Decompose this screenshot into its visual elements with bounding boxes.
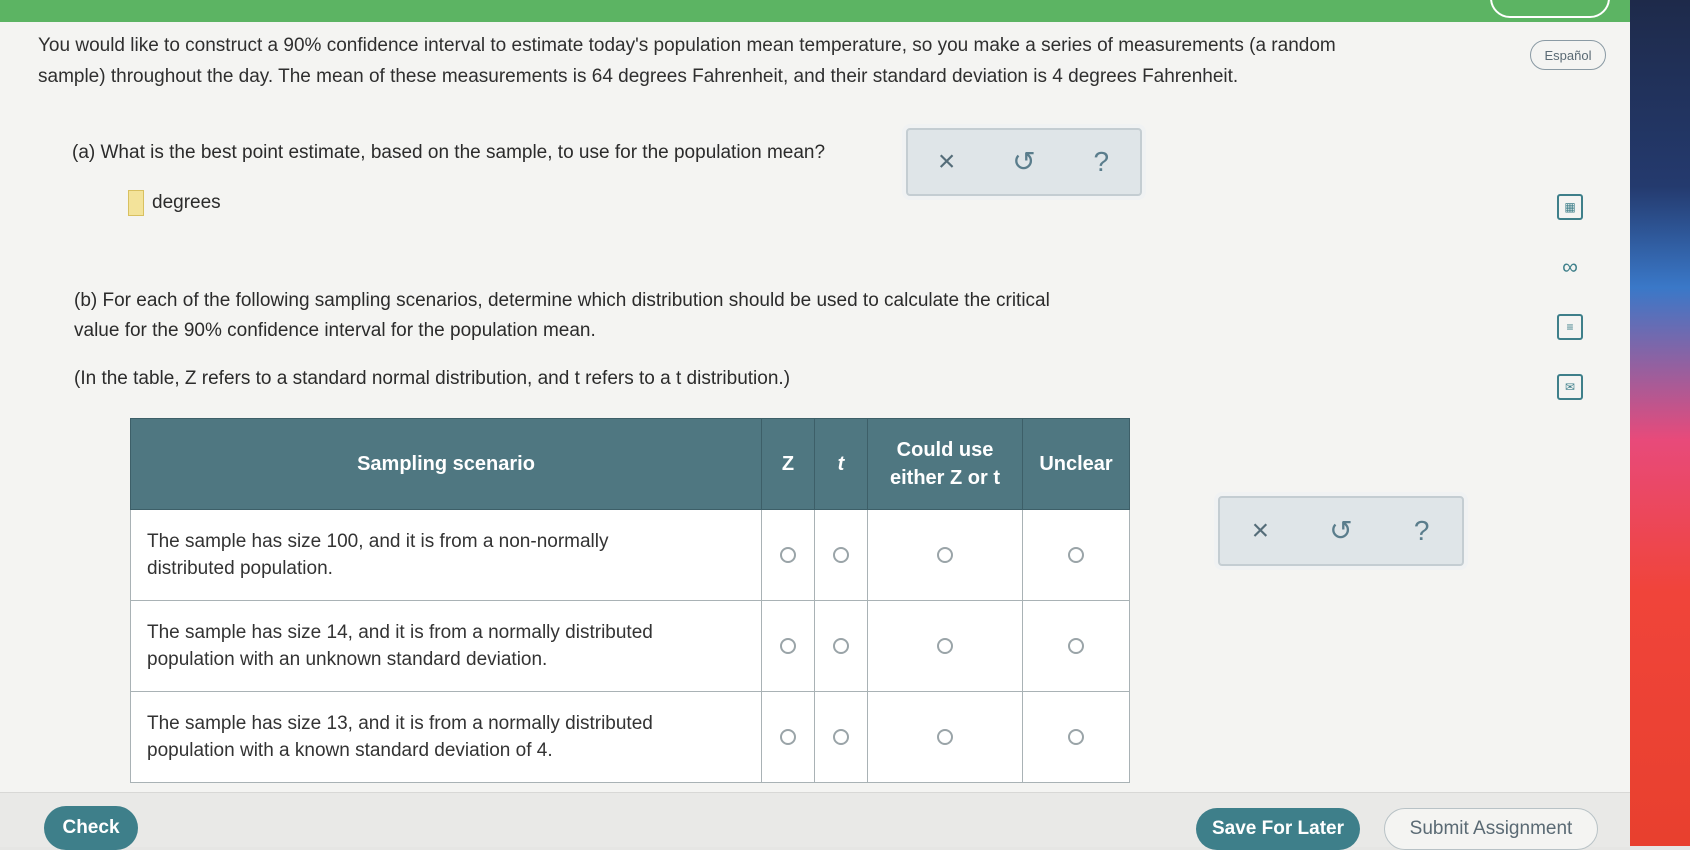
part-a-toolbar: × ↺ ? (906, 128, 1142, 196)
part-b-toolbar: × ↺ ? (1218, 496, 1464, 566)
scenario-cell: The sample has size 13, and it is from a… (130, 691, 762, 783)
clear-answer-icon[interactable]: × (1240, 516, 1280, 546)
table-header-row: Sampling scenario Z t Could use either Z… (130, 418, 1130, 510)
scenario-text-line-2: population with an unknown standard devi… (147, 649, 548, 670)
desktop-wallpaper (1630, 0, 1690, 846)
calculator-icon[interactable]: ▦ (1553, 190, 1587, 224)
scenario-text-line-1: The sample has size 100, and it is from … (147, 531, 609, 552)
header-sampling-scenario: Sampling scenario (130, 418, 762, 510)
mail-icon[interactable]: ✉ (1553, 370, 1587, 404)
point-estimate-input[interactable] (128, 190, 144, 216)
radio-unclear[interactable] (1068, 729, 1084, 746)
submit-assignment-button[interactable]: Submit Assignment (1384, 808, 1598, 850)
answer-unit-label: degrees (152, 192, 221, 213)
table-row: The sample has size 100, and it is from … (130, 509, 1130, 601)
header-either: Could use either Z or t (867, 418, 1023, 510)
clear-answer-icon[interactable]: × (927, 147, 967, 177)
table-row: The sample has size 13, and it is from a… (130, 691, 1130, 783)
problem-statement-line-2: sample) throughout the day. The mean of … (38, 66, 1239, 87)
part-b-note: (In the table, Z refers to a standard no… (74, 368, 791, 389)
scenario-table: Sampling scenario Z t Could use either Z… (130, 418, 1130, 783)
scenario-text-line-1: The sample has size 13, and it is from a… (147, 713, 653, 734)
scenario-cell: The sample has size 100, and it is from … (130, 509, 762, 601)
help-icon[interactable]: ? (1081, 148, 1121, 176)
part-b-question-line-2: value for the 90% confidence interval fo… (74, 320, 596, 341)
radio-t[interactable] (833, 638, 849, 655)
table-row: The sample has size 14, and it is from a… (130, 600, 1130, 692)
scenario-text-line-1: The sample has size 14, and it is from a… (147, 622, 653, 643)
problem-statement: You would like to construct a 90% confid… (38, 30, 1478, 92)
header-z: Z (761, 418, 815, 510)
undo-icon[interactable]: ↺ (1004, 148, 1044, 176)
part-a-answer-row: degrees (128, 190, 221, 216)
radio-z[interactable] (780, 729, 796, 746)
radio-unclear[interactable] (1068, 638, 1084, 655)
scenario-text-line-2: population with a known standard deviati… (147, 740, 553, 761)
espanol-button[interactable]: Español (1530, 40, 1606, 70)
radio-unclear[interactable] (1068, 547, 1084, 564)
problem-statement-line-1: You would like to construct a 90% confid… (38, 35, 1336, 56)
notes-icon[interactable]: ≡ (1553, 310, 1587, 344)
radio-either[interactable] (937, 547, 953, 564)
header-t: t (814, 418, 868, 510)
undo-icon[interactable]: ↺ (1321, 517, 1361, 545)
part-a-question: (a) What is the best point estimate, bas… (72, 142, 826, 163)
save-for-later-button[interactable]: Save For Later (1196, 808, 1360, 850)
top-header-band (0, 0, 1630, 22)
side-toolbar: ▦ ∞ ≡ ✉ (1548, 190, 1592, 430)
radio-either[interactable] (937, 729, 953, 746)
header-unclear: Unclear (1022, 418, 1130, 510)
radio-z[interactable] (780, 547, 796, 564)
top-header-button[interactable] (1490, 0, 1610, 18)
radio-t[interactable] (833, 547, 849, 564)
radio-t[interactable] (833, 729, 849, 746)
infinity-icon[interactable]: ∞ (1553, 250, 1587, 284)
header-either-line-1: Could use (896, 439, 994, 461)
help-icon[interactable]: ? (1402, 517, 1442, 545)
radio-either[interactable] (937, 638, 953, 655)
part-b-question: (b) For each of the following sampling s… (74, 286, 1154, 346)
part-b-question-line-1: (b) For each of the following sampling s… (74, 290, 1050, 311)
scenario-cell: The sample has size 14, and it is from a… (130, 600, 762, 692)
check-button[interactable]: Check (44, 806, 138, 850)
scenario-text-line-2: distributed population. (147, 558, 333, 579)
header-either-line-2: either Z or t (889, 467, 1000, 489)
radio-z[interactable] (780, 638, 796, 655)
